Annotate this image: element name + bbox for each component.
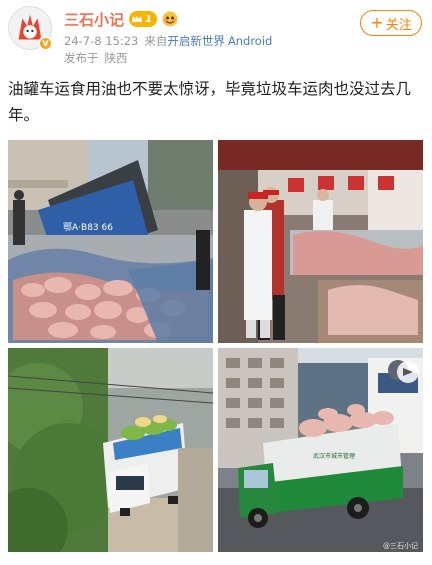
truck-plate-text: 鄂A·B83 66	[63, 222, 113, 233]
post-location: 发布于 陕西	[64, 50, 134, 66]
garbage-truck-aerial-photo	[8, 348, 213, 552]
source-link[interactable]: 开启新世界	[167, 34, 225, 48]
location-value: 陕西	[104, 51, 128, 65]
device-name: Android	[227, 34, 273, 48]
watermark: @三石小记	[383, 542, 418, 550]
crown-icon	[132, 15, 143, 22]
follow-button[interactable]: + 关注	[360, 10, 422, 36]
post-timestamp: 24-7-8 15:23	[64, 34, 139, 48]
post-image-3[interactable]	[8, 348, 213, 552]
emoji-badge-icon[interactable]	[162, 11, 178, 27]
green-garbage-truck-photo: 武汉市城市管理	[218, 348, 423, 552]
post-text: 油罐车运食用油也不要太惊讶，毕竟垃圾车运肉也没过去几年。	[8, 80, 412, 124]
post-meta: 24-7-8 15:23 来自开启新世界 Android	[64, 33, 278, 49]
verified-badge-icon: V	[38, 36, 53, 51]
post-image-2[interactable]	[218, 140, 423, 343]
username[interactable]: 三石小记	[64, 9, 124, 30]
truck-side-text: 武汉市城市管理	[313, 452, 355, 460]
meat-market-photo	[218, 140, 423, 343]
name-row: 三石小记 1	[64, 8, 178, 30]
post-image-1[interactable]: 鄂A·B83 66	[8, 140, 213, 343]
plus-icon: +	[370, 13, 384, 32]
dump-truck-meat-photo: 鄂A·B83 66	[8, 140, 213, 343]
follow-label: 关注	[385, 17, 412, 33]
location-prefix: 发布于	[64, 51, 99, 65]
source-prefix: 来自	[144, 34, 168, 48]
post-image-4[interactable]: 武汉市城市管理	[218, 348, 423, 552]
level-badge[interactable]: 1	[129, 11, 157, 27]
level-number: 1	[145, 13, 152, 25]
